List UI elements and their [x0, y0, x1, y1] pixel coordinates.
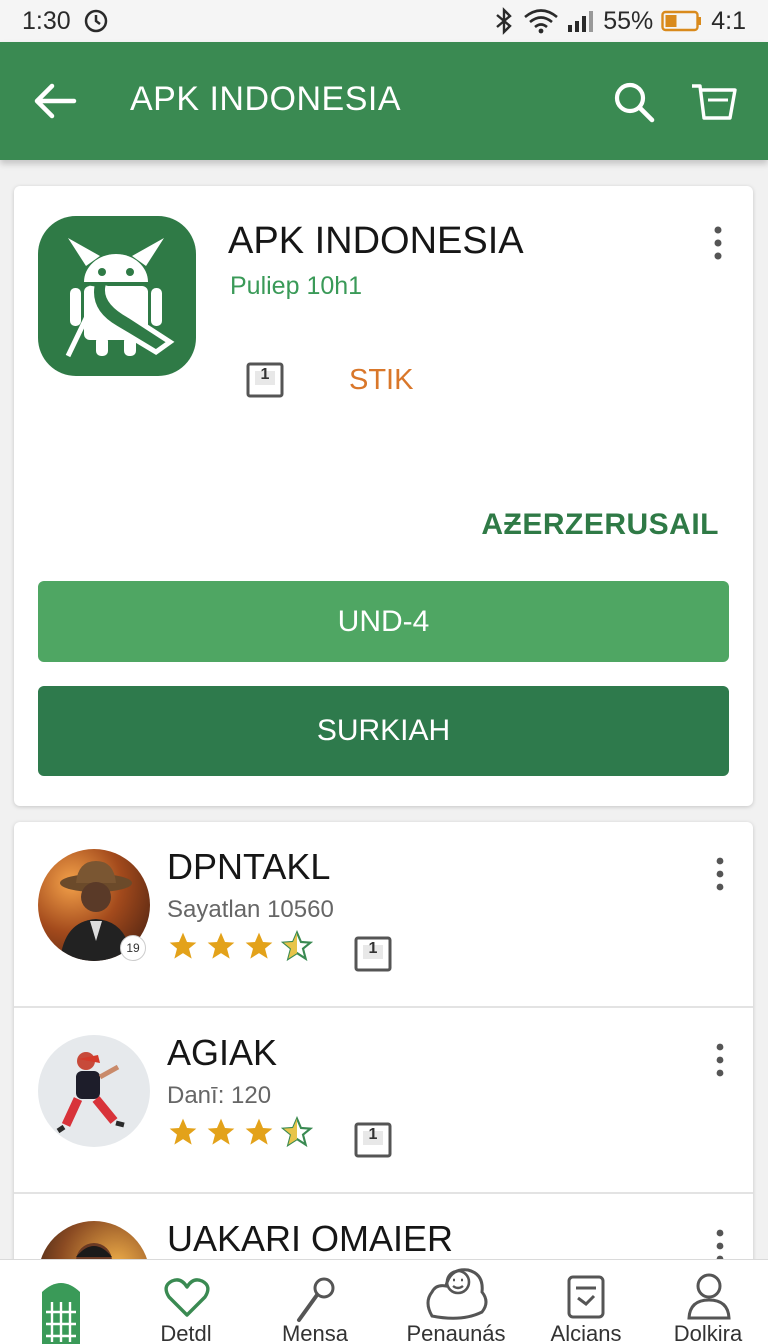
status-time-group: 1:30	[22, 7, 109, 36]
signal-icon	[568, 11, 594, 32]
item-title: AGIAK	[167, 1032, 278, 1073]
nav-item-detail[interactable]: Detdl	[126, 1260, 246, 1344]
related-apps-list: 19 DPNTAKL Sayatlan 10560 1 AGIAK Danī: …	[14, 822, 753, 1282]
list-item[interactable]: 19 DPNTAKL Sayatlan 10560 1	[14, 822, 753, 1008]
brand-label: AƵERZERUSAIL	[481, 508, 719, 541]
item-subtitle: Danī: 120	[167, 1082, 272, 1109]
star-full-icon	[245, 1118, 273, 1145]
clipboard-icon	[567, 1275, 605, 1319]
nav-item-mensa[interactable]: Mensa	[255, 1260, 375, 1344]
star-full-icon	[169, 1118, 197, 1145]
star-full-icon	[169, 932, 197, 959]
content-rating-badge: 1	[354, 936, 392, 972]
star-full-icon	[207, 1118, 235, 1145]
content-rating-badge: 1	[354, 1122, 392, 1158]
app-detail-card: APK INDONESIA Puliep 10h1 1 STIK AƵERZER…	[14, 186, 753, 806]
nav-item-dolkira[interactable]: Dolkira	[648, 1260, 768, 1344]
star-rating	[167, 1116, 313, 1148]
nav-label: Penaunás	[406, 1321, 506, 1344]
more-options-icon[interactable]	[708, 224, 728, 262]
category-tag[interactable]: STIK	[349, 364, 413, 397]
star-rating	[167, 930, 313, 962]
app-logo	[38, 216, 196, 376]
item-title: DPNTAKL	[167, 846, 331, 887]
content-rating-value: 1	[260, 366, 270, 383]
person-icon	[687, 1273, 731, 1320]
more-options-icon[interactable]	[711, 1042, 729, 1078]
nav-label: Mensa	[281, 1321, 349, 1344]
wifi-icon	[524, 9, 559, 34]
item-title: UAKARI OMAIER	[167, 1218, 454, 1259]
bottom-navigation: Detdl Mensa Penaunás Alcians Dolkira	[0, 1259, 768, 1344]
bluetooth-icon	[496, 7, 512, 35]
nav-item-home[interactable]	[0, 1260, 120, 1344]
battery-icon	[661, 10, 702, 32]
cart-icon[interactable]	[688, 78, 740, 126]
microphone-icon	[297, 1277, 335, 1322]
list-item[interactable]: AGIAK Danī: 120 1	[14, 1008, 753, 1194]
content-rating-value: 1	[368, 940, 378, 957]
star-full-icon	[207, 932, 235, 959]
avatar-badge: 19	[120, 935, 146, 961]
chat-face-icon	[426, 1268, 488, 1320]
status-bar: 1:30 55% 4:1	[0, 0, 768, 42]
nav-label: Dolkira	[673, 1321, 743, 1344]
primary-action-button[interactable]: UND-4	[38, 581, 729, 662]
app-name: APK INDONESIA	[228, 220, 524, 262]
star-full-icon	[245, 932, 273, 959]
avatar	[38, 1035, 150, 1147]
nav-label: Detdl	[160, 1321, 212, 1344]
star-half-icon	[281, 930, 313, 962]
content-rating-value: 1	[368, 1126, 378, 1143]
status-icons: 55% 4:1	[493, 7, 746, 36]
developer-name[interactable]: Puliep 10h1	[230, 272, 362, 301]
battery-percent: 55%	[603, 6, 654, 35]
nav-item-penaunas[interactable]: Penaunás	[394, 1260, 518, 1344]
content-rating-badge: 1	[246, 362, 284, 398]
building-icon	[42, 1283, 80, 1344]
nav-item-alcians[interactable]: Alcians	[524, 1260, 648, 1344]
back-arrow-icon[interactable]	[30, 76, 80, 126]
dancer-photo	[56, 1052, 125, 1134]
more-options-icon[interactable]	[711, 856, 729, 892]
secondary-action-button[interactable]: SURKIAH	[38, 686, 729, 776]
app-bar: APK INDONESIA	[0, 42, 768, 160]
alarm-icon	[84, 9, 107, 33]
heart-icon	[164, 1278, 210, 1317]
search-icon[interactable]	[610, 78, 658, 126]
status-extra: 4:1	[711, 6, 746, 35]
app-bar-title: APK INDONESIA	[130, 80, 402, 118]
star-half-icon	[281, 1116, 313, 1148]
status-time: 1:30	[22, 6, 71, 35]
android-logo-icon	[65, 238, 175, 358]
item-subtitle: Sayatlan 10560	[167, 896, 334, 923]
nav-label: Alcians	[550, 1321, 622, 1344]
